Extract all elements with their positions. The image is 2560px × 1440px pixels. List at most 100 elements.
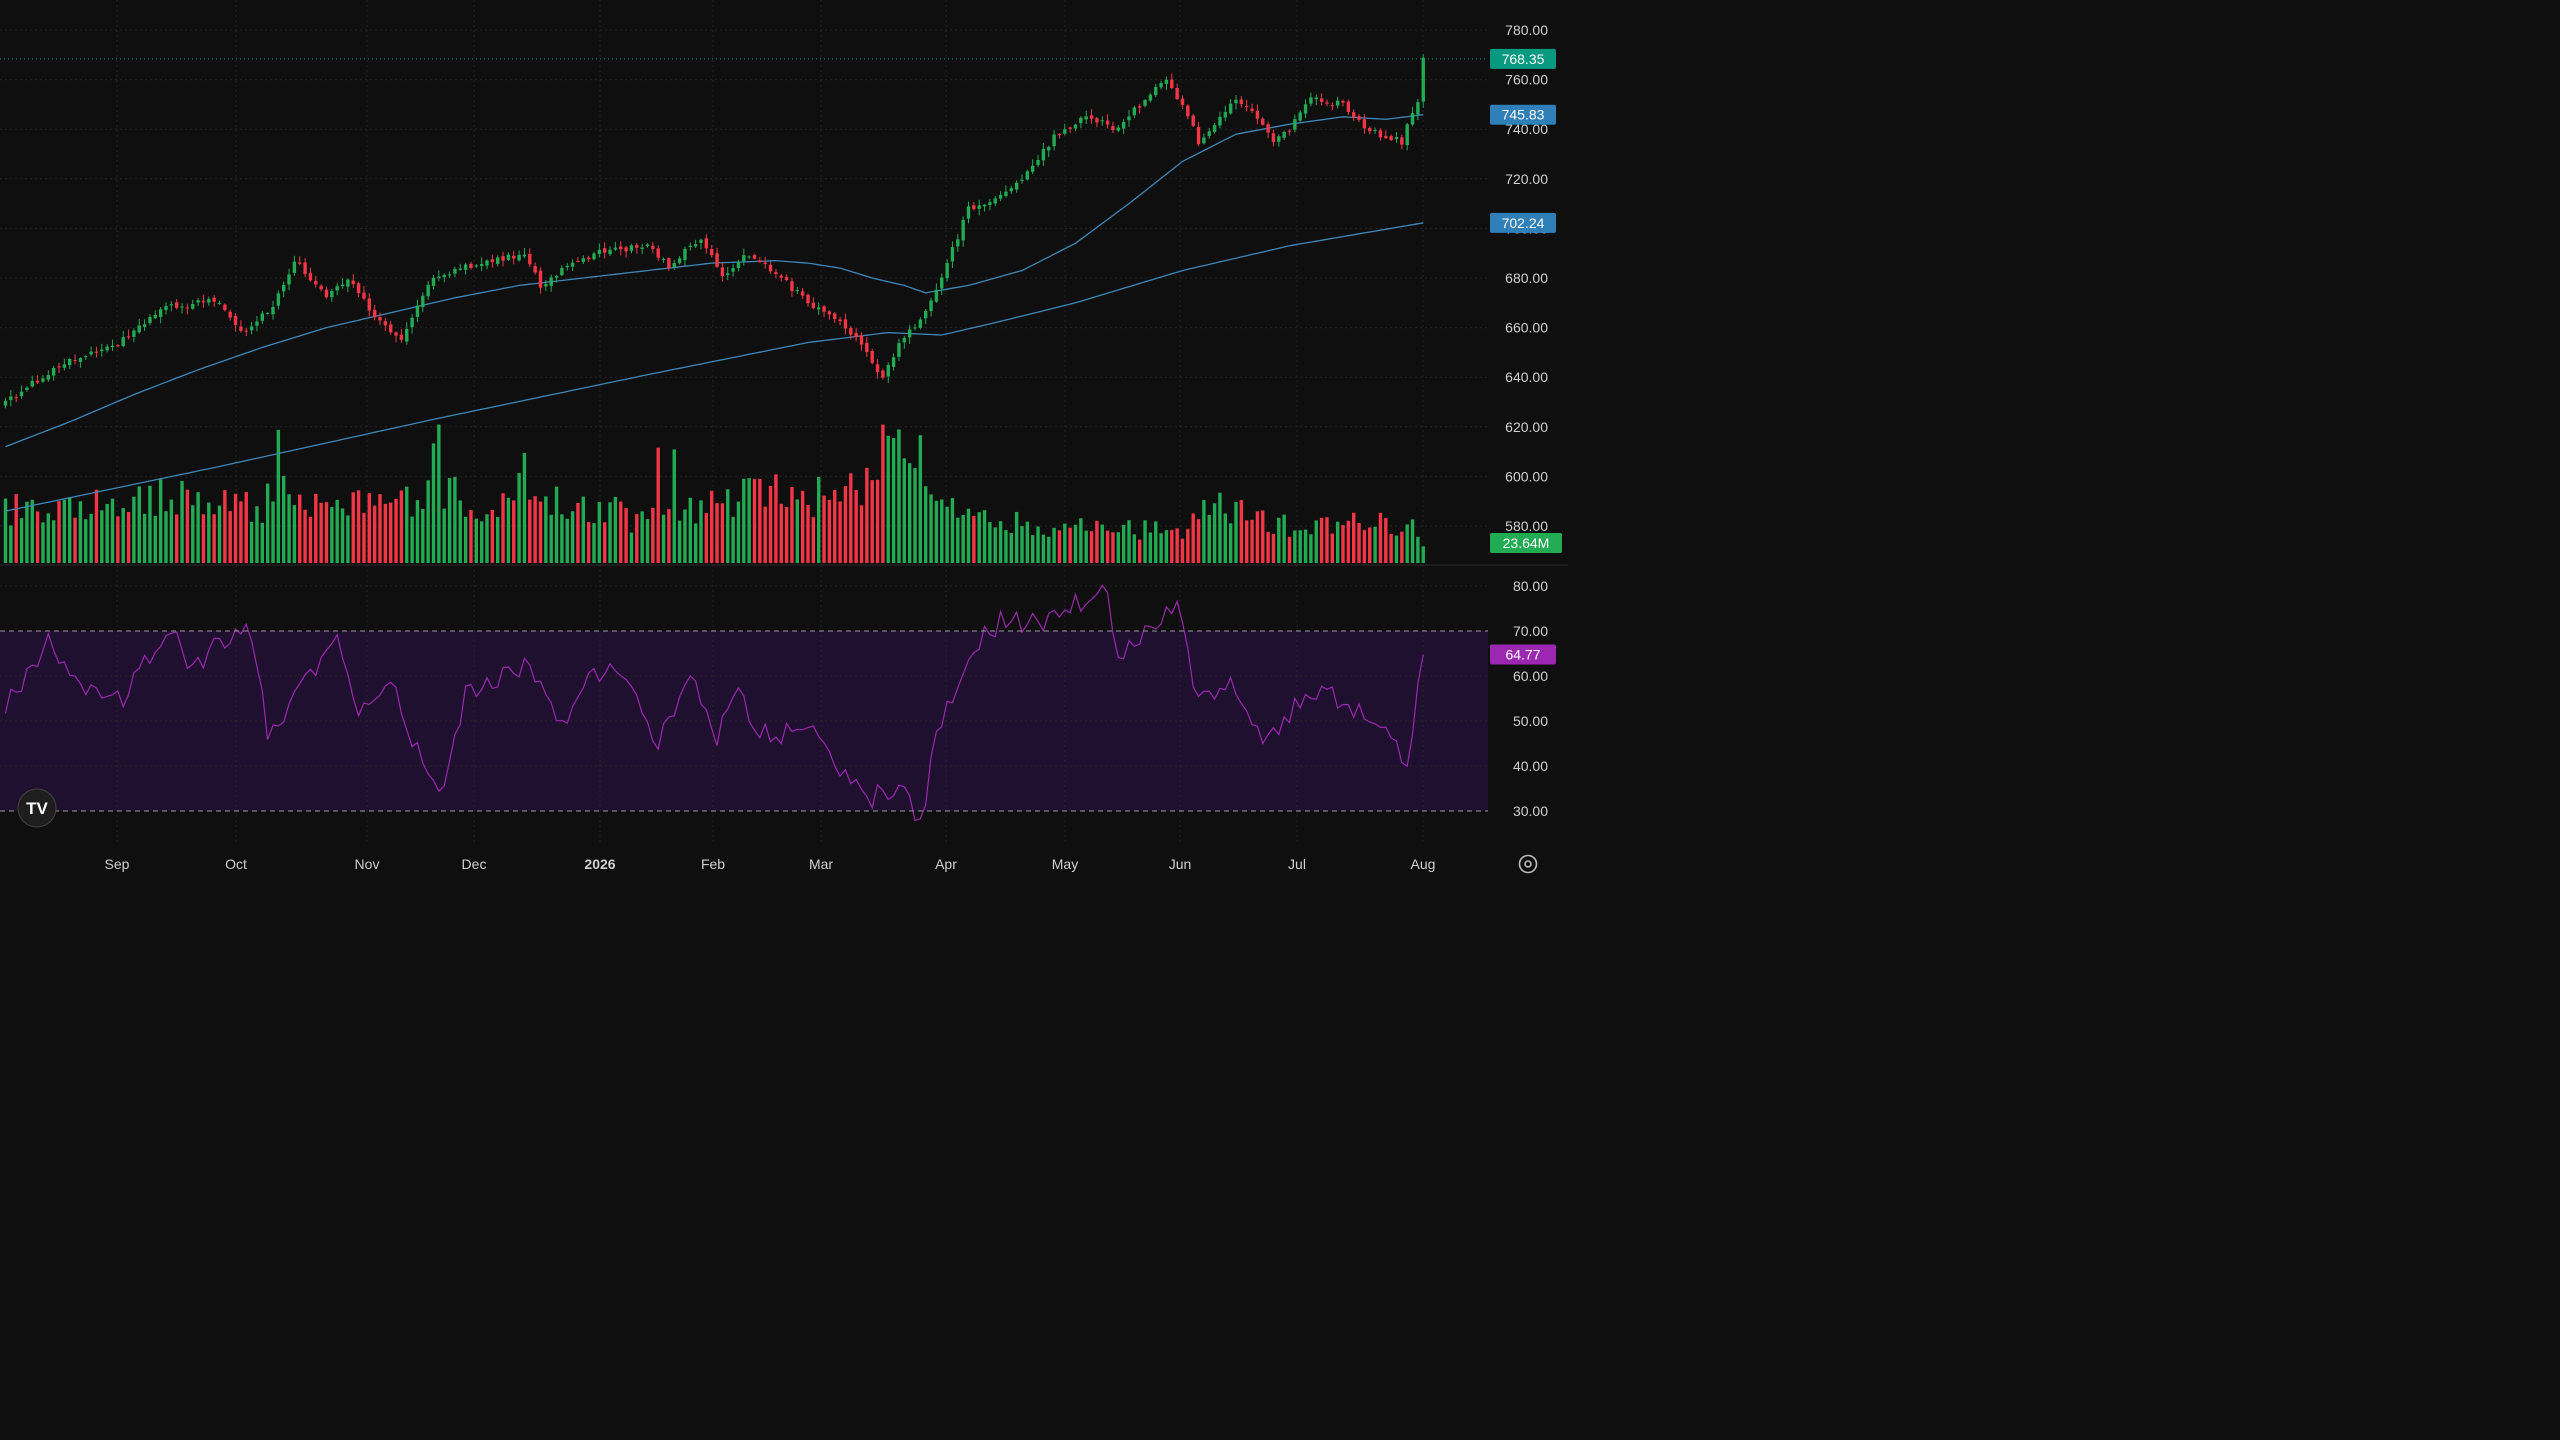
volume-bar[interactable] (330, 507, 334, 563)
volume-bar[interactable] (1207, 514, 1211, 563)
candle[interactable] (977, 199, 981, 216)
candle[interactable] (565, 263, 569, 271)
candle[interactable] (624, 245, 628, 258)
volume-bar[interactable] (1089, 531, 1094, 563)
volume-bar[interactable] (902, 458, 906, 563)
volume-bar[interactable] (645, 519, 650, 563)
candle[interactable] (843, 313, 848, 335)
volume-bar[interactable] (581, 496, 585, 563)
candle[interactable] (597, 243, 602, 258)
candle[interactable] (1234, 95, 1238, 110)
candle[interactable] (982, 203, 987, 212)
candle[interactable] (169, 301, 174, 312)
volume-bar[interactable] (688, 497, 692, 563)
candle[interactable] (324, 286, 329, 299)
volume-bar[interactable] (3, 498, 8, 563)
volume-bar[interactable] (239, 501, 243, 563)
candle[interactable] (164, 302, 168, 315)
candle[interactable] (613, 241, 618, 251)
volume-bar[interactable] (94, 489, 99, 563)
candle[interactable] (1271, 129, 1276, 147)
candle[interactable] (742, 248, 746, 266)
candle[interactable] (645, 243, 650, 248)
volume-bar[interactable] (1105, 530, 1110, 563)
volume-bar[interactable] (667, 509, 671, 563)
candle[interactable] (806, 293, 810, 307)
volume-bar[interactable] (1009, 532, 1013, 563)
volume-bar[interactable] (800, 490, 805, 563)
moving-average-long-badge[interactable]: 702.24 (1490, 212, 1556, 233)
candle[interactable] (239, 320, 243, 333)
volume-bar[interactable] (207, 502, 211, 563)
volume-bar[interactable] (496, 517, 500, 563)
volume-bar[interactable] (538, 501, 543, 563)
volume-badge[interactable]: 23.64M (1490, 533, 1562, 553)
volume-bar[interactable] (1234, 502, 1238, 563)
volume-bar[interactable] (1266, 531, 1270, 563)
volume-bar[interactable] (640, 511, 644, 563)
candle[interactable] (121, 330, 125, 348)
volume-bar[interactable] (132, 496, 136, 563)
volume-bar[interactable] (463, 516, 468, 563)
volume-bar[interactable] (1416, 536, 1420, 563)
candle[interactable] (41, 374, 45, 383)
candle[interactable] (249, 321, 254, 335)
candle[interactable] (62, 358, 67, 371)
volume-bar[interactable] (1148, 532, 1153, 563)
volume-bar[interactable] (731, 516, 735, 563)
candle[interactable] (1357, 114, 1361, 123)
volume-bar[interactable] (1079, 518, 1083, 563)
volume-bar[interactable] (1341, 525, 1345, 563)
moving-average-long-line[interactable] (5, 222, 1424, 512)
volume-bar[interactable] (287, 494, 291, 563)
candle[interactable] (677, 256, 682, 265)
volume-bar[interactable] (153, 515, 157, 563)
volume-bar[interactable] (474, 518, 478, 563)
candle[interactable] (282, 281, 286, 298)
candle[interactable] (752, 254, 757, 260)
candle[interactable] (1202, 133, 1206, 145)
volume-bar[interactable] (795, 499, 799, 563)
volume-bar[interactable] (544, 496, 548, 563)
candle[interactable] (437, 270, 441, 282)
volume-bar[interactable] (1132, 534, 1137, 563)
volume-bar[interactable] (1346, 520, 1351, 563)
candle[interactable] (1068, 126, 1072, 133)
volume-bar[interactable] (656, 447, 660, 563)
volume-bar[interactable] (806, 504, 810, 563)
candle[interactable] (635, 243, 639, 254)
candle[interactable] (410, 313, 414, 334)
candle[interactable] (1277, 134, 1281, 147)
candle[interactable] (1250, 103, 1254, 114)
candle[interactable] (1309, 92, 1313, 107)
candle[interactable] (431, 274, 436, 290)
candle[interactable] (1346, 99, 1351, 116)
volume-bar[interactable] (1287, 536, 1292, 563)
candle[interactable] (779, 273, 783, 282)
candle[interactable] (763, 256, 767, 269)
candle[interactable] (1127, 110, 1131, 127)
volume-bar[interactable] (490, 509, 495, 563)
candle[interactable] (1352, 109, 1356, 121)
candle[interactable] (496, 255, 500, 267)
candle[interactable] (57, 362, 61, 374)
volume-bar[interactable] (142, 513, 147, 563)
volume-bar[interactable] (838, 501, 842, 563)
volume-bar[interactable] (276, 429, 281, 563)
volume-bar[interactable] (1068, 527, 1072, 563)
candle[interactable] (217, 300, 222, 305)
volume-bar[interactable] (608, 502, 612, 563)
volume-bar[interactable] (1154, 521, 1158, 563)
candle[interactable] (399, 328, 404, 343)
volume-bar[interactable] (415, 500, 420, 563)
candle[interactable] (699, 238, 703, 250)
volume-bar[interactable] (485, 514, 489, 563)
candle[interactable] (362, 286, 366, 301)
volume-bar[interactable] (790, 486, 794, 563)
candle[interactable] (1116, 125, 1120, 133)
candle[interactable] (1287, 129, 1292, 136)
candle[interactable] (1143, 99, 1147, 108)
volume-bar[interactable] (282, 475, 286, 563)
candle[interactable] (774, 269, 778, 278)
volume-bar[interactable] (1159, 533, 1163, 563)
